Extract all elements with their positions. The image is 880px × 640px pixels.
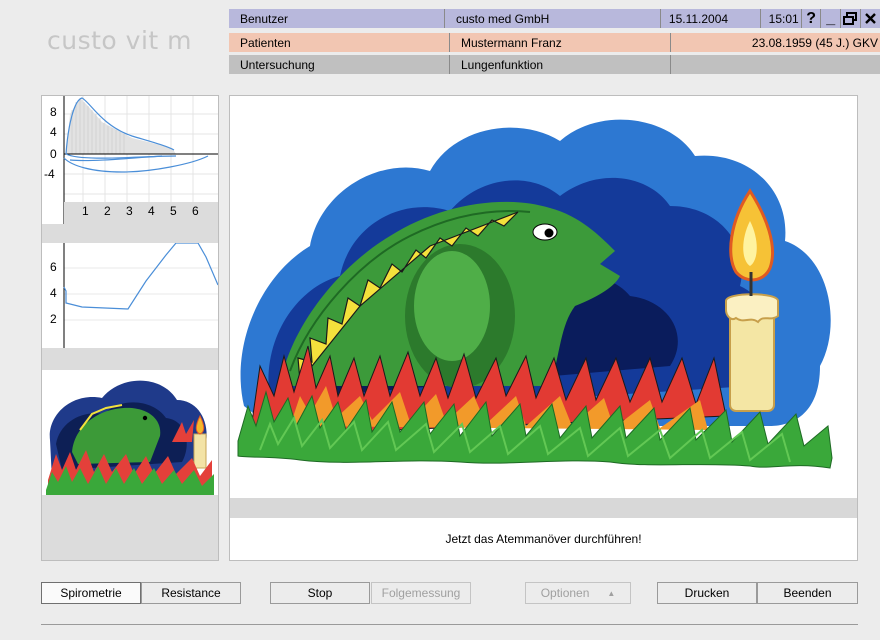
help-icon: ? xyxy=(806,9,817,27)
exam-value: Lungenfunktion xyxy=(450,55,671,74)
app-logo: custo vit m xyxy=(47,26,193,55)
breathing-animation xyxy=(230,96,857,498)
minimize-icon: _ xyxy=(826,9,836,27)
stop-button[interactable]: Stop xyxy=(270,582,370,604)
folgemessung-button[interactable]: Folgemessung xyxy=(371,582,471,604)
patient-value: Mustermann Franz xyxy=(450,33,671,52)
date-display: 15.11.2004 xyxy=(661,9,761,28)
header-empty-cell xyxy=(671,55,880,74)
chevron-up-icon: ▲ xyxy=(607,588,616,598)
restore-button[interactable] xyxy=(841,9,861,28)
close-button[interactable] xyxy=(861,9,880,28)
optionen-label: Optionen xyxy=(540,586,590,600)
main-panel: Jetzt das Atemmanöver durchführen! xyxy=(229,95,858,561)
left-panel: 8 4 0 -4 1 2 3 4 5 6 6 4 2 xyxy=(41,95,219,561)
header-patient-row: Patienten Mustermann Franz 23.08.1959 (4… xyxy=(229,33,880,52)
header-user-row: Benutzer custo med GmbH 15.11.2004 15:01… xyxy=(229,9,880,28)
drucken-button[interactable]: Drucken xyxy=(657,582,757,604)
tab-spirometrie[interactable]: Spirometrie xyxy=(41,582,141,604)
time-display: 15:01 xyxy=(761,9,802,28)
instruction-message: Jetzt das Atemmanöver durchführen! xyxy=(445,532,642,546)
patient-dob: 23.08.1959 (45 J.) GKV xyxy=(751,35,878,50)
restore-icon xyxy=(843,12,858,25)
minimize-button[interactable]: _ xyxy=(821,9,841,28)
optionen-dropdown[interactable]: Optionen ▲ xyxy=(525,582,631,604)
flow-y-tick: -4 xyxy=(44,167,55,181)
beenden-button[interactable]: Beenden xyxy=(757,582,858,604)
flow-y-tick: 4 xyxy=(50,125,57,139)
flow-x-tick: 3 xyxy=(126,204,133,218)
flow-x-tick: 4 xyxy=(148,204,155,218)
progress-strip xyxy=(230,498,857,518)
flow-y-tick: 8 xyxy=(50,105,57,119)
flow-y-tick: 0 xyxy=(50,147,57,161)
vt-y-tick: 4 xyxy=(50,286,57,300)
vt-y-tick: 2 xyxy=(50,312,57,326)
close-icon xyxy=(864,13,876,24)
help-button[interactable]: ? xyxy=(802,9,822,28)
flow-x-tick: 1 xyxy=(82,204,89,218)
flow-volume-plot: 8 4 0 -4 1 2 3 4 5 6 xyxy=(42,96,218,224)
flow-x-tick: 5 xyxy=(170,204,177,218)
header-exam-row: Untersuchung Lungenfunktion xyxy=(229,55,880,74)
flow-x-tick: 2 xyxy=(104,204,111,218)
animation-thumbnail[interactable] xyxy=(42,370,218,495)
bottom-divider xyxy=(41,624,858,625)
patient-label: Patienten xyxy=(229,33,450,52)
vt-y-tick: 6 xyxy=(50,260,57,274)
user-value: custo med GmbH xyxy=(445,9,661,28)
user-label: Benutzer xyxy=(229,9,445,28)
exam-label: Untersuchung xyxy=(229,55,450,74)
volume-time-plot: 6 4 2 xyxy=(42,242,219,348)
flow-x-tick: 6 xyxy=(192,204,199,218)
tab-resistance[interactable]: Resistance xyxy=(141,582,241,604)
